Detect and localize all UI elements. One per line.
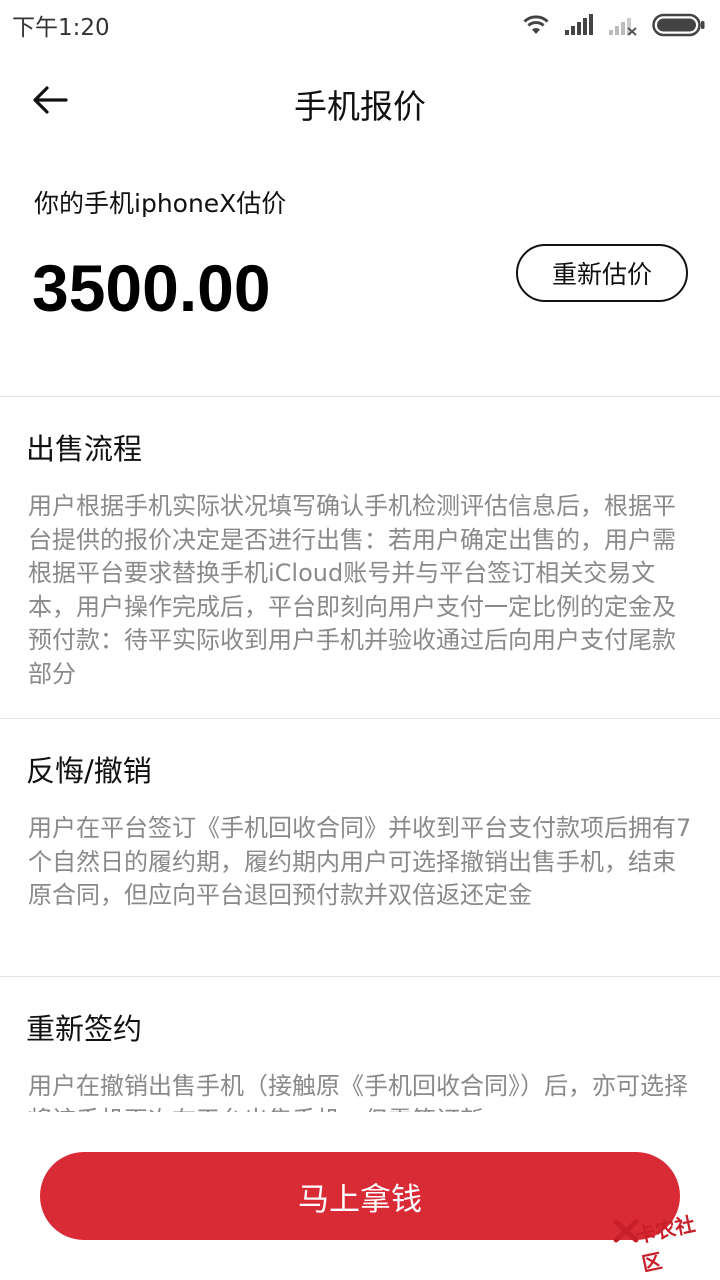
status-bar: 下午1:20: [0, 0, 720, 50]
header: 手机报价: [0, 52, 720, 148]
estimate-price: 3500.00: [32, 251, 271, 325]
section-body: 用户在平台签订《手机回收合同》并收到平台支付款项后拥有7个自然日的履约期，履约期…: [28, 814, 692, 909]
signal-no-service-icon: [609, 18, 637, 36]
bottom-bar: 马上拿钱 卡农社区: [0, 1112, 720, 1280]
battery-icon: [652, 13, 705, 37]
section-title: 重新签约: [26, 1012, 143, 1046]
info-sections[interactable]: 出售流程 用户根据手机实际状况填写确认手机检测评估信息后，根据平台提供的报价决定…: [0, 396, 720, 1112]
section-resign: 重新签约 用户在撤销出售手机（接触原《手机回收合同》）后，亦可选择将该手机再次在…: [0, 976, 720, 1112]
get-money-button[interactable]: 马上拿钱: [40, 1152, 680, 1240]
section-title: 出售流程: [26, 432, 143, 466]
status-time: 下午1:20: [12, 15, 110, 41]
section-body: 用户在撤销出售手机（接触原《手机回收合同》）后，亦可选择将该手机再次在平台出售手…: [28, 1072, 688, 1112]
estimate-card: 你的手机iphoneX估价 3500.00 重新估价: [0, 176, 720, 396]
status-icons: [522, 13, 706, 37]
watermark-text: 卡农社区: [633, 1211, 698, 1277]
watermark: 卡农社区: [612, 1202, 712, 1276]
section-title: 反悔/撤销: [26, 754, 152, 788]
section-sell-process: 出售流程 用户根据手机实际状况填写确认手机检测评估信息后，根据平台提供的报价决定…: [0, 396, 720, 718]
section-body: 用户根据手机实际状况填写确认手机检测评估信息后，根据平台提供的报价决定是否进行出…: [28, 492, 676, 688]
reestimate-button[interactable]: 重新估价: [516, 244, 688, 302]
signal-icon: [565, 14, 593, 35]
page-title: 手机报价: [294, 87, 426, 126]
section-revoke: 反悔/撤销 用户在平台签订《手机回收合同》并收到平台支付款项后拥有7个自然日的履…: [0, 718, 720, 976]
estimate-label: 你的手机iphoneX估价: [34, 189, 287, 218]
wifi-icon: [523, 15, 549, 34]
